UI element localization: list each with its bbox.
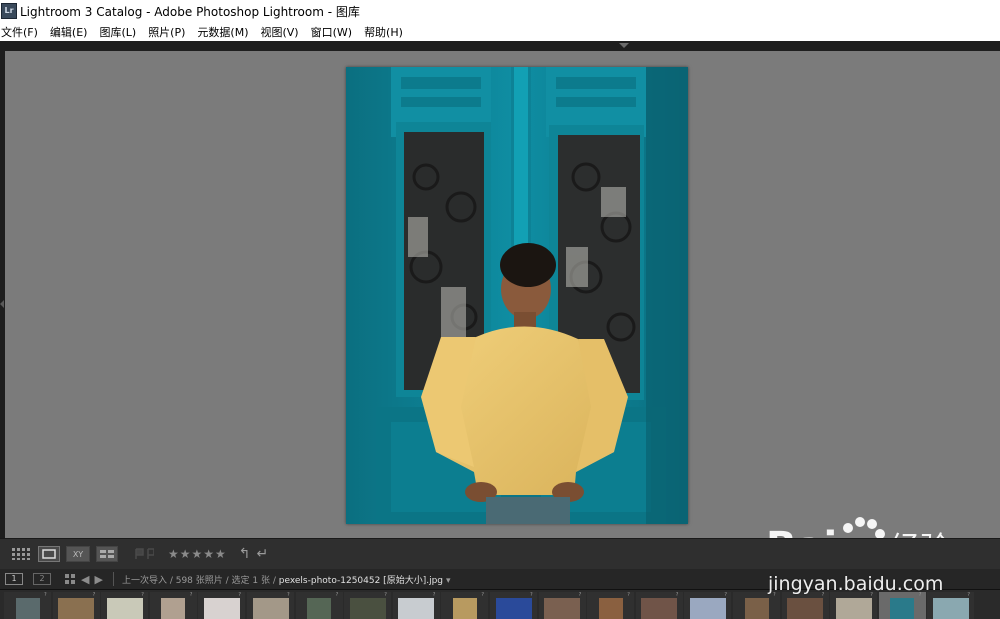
filmstrip-thumbnail[interactable]: ? bbox=[587, 592, 634, 619]
rotate-left-button[interactable]: ↰ bbox=[239, 546, 251, 562]
thumbnail-badge-icon: ? bbox=[676, 592, 681, 598]
rotate-right-button[interactable]: ↵ bbox=[257, 546, 269, 562]
loupe-toolbar: XY ★★★★★ ↰ ↵ bbox=[0, 538, 1000, 569]
filmstrip-thumbnail[interactable]: ? bbox=[733, 592, 780, 619]
thumbnail-image bbox=[398, 598, 434, 619]
grid-view-button[interactable] bbox=[12, 547, 32, 561]
thumbnail-badge-icon: ? bbox=[44, 592, 49, 598]
menu-library[interactable]: 图库(L) bbox=[98, 24, 137, 40]
filmstrip-thumbnail[interactable]: ? bbox=[636, 592, 683, 619]
selected-count: 选定 1 张 bbox=[232, 576, 270, 586]
next-arrow-icon[interactable]: ▶ bbox=[94, 573, 102, 586]
source-label: 上一次导入 bbox=[122, 576, 167, 586]
thumbnail-image bbox=[836, 598, 872, 619]
window-title: Lightroom 3 Catalog - Adobe Photoshop Li… bbox=[20, 3, 360, 20]
loupe-view-icon bbox=[42, 549, 56, 559]
primary-display-button[interactable]: 1 bbox=[5, 573, 23, 585]
filmstrip-thumbnail[interactable]: ? bbox=[830, 592, 877, 619]
filmstrip-thumbnail[interactable]: ? bbox=[782, 592, 829, 619]
thumbnail-image bbox=[58, 598, 94, 619]
menu-photo[interactable]: 照片(P) bbox=[147, 24, 186, 40]
photo-image bbox=[346, 67, 688, 524]
thumbnail-image bbox=[350, 598, 386, 619]
filmstrip-thumbnail[interactable]: ? bbox=[490, 592, 537, 619]
thumbnail-badge-icon: ? bbox=[530, 592, 535, 598]
thumbnail-image bbox=[544, 598, 580, 619]
filmstrip-thumbnail[interactable]: ? bbox=[4, 592, 51, 619]
filmstrip-thumbnail-selected[interactable]: ? bbox=[879, 592, 926, 619]
survey-view-button[interactable] bbox=[96, 546, 118, 562]
menu-file[interactable]: 文件(F) bbox=[0, 24, 39, 40]
previous-arrow-icon[interactable]: ◀ bbox=[81, 573, 89, 586]
left-panel-toggle-icon[interactable] bbox=[0, 300, 4, 308]
star-rating[interactable]: ★★★★★ bbox=[168, 547, 227, 561]
nav-separator bbox=[113, 572, 114, 586]
menu-bar: 文件(F) 编辑(E) 图库(L) 照片(P) 元数据(M) 视图(V) 窗口(… bbox=[0, 22, 1000, 42]
flag-buttons[interactable] bbox=[134, 547, 154, 561]
thumbnail-image bbox=[933, 598, 969, 619]
thumbnail-image bbox=[690, 598, 726, 619]
top-panel-toggle-icon[interactable] bbox=[619, 43, 629, 48]
filmstrip-thumbnail[interactable]: ? bbox=[344, 592, 391, 619]
window-titlebar: Lr Lightroom 3 Catalog - Adobe Photoshop… bbox=[0, 0, 1000, 22]
thumbnail-badge-icon: ? bbox=[967, 592, 972, 598]
thumbnail-badge-icon: ? bbox=[627, 592, 632, 598]
thumbnail-image bbox=[641, 598, 677, 619]
thumbnail-image bbox=[599, 598, 623, 619]
thumbnail-image bbox=[16, 598, 40, 619]
thumbnail-image bbox=[496, 598, 532, 619]
menu-edit[interactable]: 编辑(E) bbox=[49, 24, 89, 40]
thumbnail-image bbox=[107, 598, 143, 619]
thumbnail-image bbox=[253, 598, 289, 619]
compare-view-button[interactable]: XY bbox=[66, 546, 90, 562]
filmstrip-thumbnail[interactable]: ? bbox=[101, 592, 148, 619]
thumbnail-image bbox=[787, 598, 823, 619]
loupe-photo[interactable] bbox=[346, 67, 688, 524]
grid-view-icon bbox=[12, 548, 32, 560]
secondary-display-button[interactable]: 2 bbox=[33, 573, 51, 585]
thumbnail-badge-icon: ? bbox=[141, 592, 146, 598]
filmstrip-thumbnail[interactable]: ? bbox=[539, 592, 586, 619]
thumbnail-badge-icon: ? bbox=[336, 592, 341, 598]
thumbnail-image bbox=[453, 598, 477, 619]
thumbnail-image bbox=[745, 598, 769, 619]
photo-count: 598 张照片 bbox=[176, 576, 223, 586]
thumbnail-badge-icon: ? bbox=[433, 592, 438, 598]
flag-icon bbox=[134, 548, 154, 560]
grid-shortcut-icon[interactable] bbox=[65, 574, 76, 585]
filmstrip-thumbnail[interactable]: ? bbox=[441, 592, 488, 619]
lightroom-app-icon: Lr bbox=[1, 3, 17, 19]
current-filename: pexels-photo-1250452 [原始大小].jpg bbox=[279, 576, 443, 586]
thumbnail-badge-icon: ? bbox=[384, 592, 389, 598]
thumbnail-badge-icon: ? bbox=[287, 592, 292, 598]
filename-dropdown-icon[interactable]: ▾ bbox=[446, 576, 451, 586]
loupe-view-button[interactable] bbox=[38, 546, 60, 562]
thumbnail-badge-icon: ? bbox=[579, 592, 584, 598]
filmstrip-thumbnail[interactable]: ? bbox=[393, 592, 440, 619]
filmstrip-thumbnail[interactable]: ? bbox=[247, 592, 294, 619]
menu-help[interactable]: 帮助(H) bbox=[363, 24, 404, 40]
thumbnail-badge-icon: ? bbox=[190, 592, 195, 598]
filmstrip-thumbnail[interactable]: ? bbox=[684, 592, 731, 619]
filmstrip-thumbnail[interactable]: ? bbox=[198, 592, 245, 619]
thumbnail-badge-icon: ? bbox=[93, 592, 98, 598]
thumbnail-image bbox=[890, 598, 914, 619]
filmstrip-thumbnail[interactable]: ? bbox=[150, 592, 197, 619]
filmstrip-thumbnail[interactable]: ? bbox=[296, 592, 343, 619]
menu-metadata[interactable]: 元数据(M) bbox=[196, 24, 249, 40]
thumbnail-image bbox=[307, 598, 331, 619]
menu-window[interactable]: 窗口(W) bbox=[310, 24, 353, 40]
survey-view-icon bbox=[99, 549, 115, 559]
watermark-url: jingyan.baidu.com bbox=[768, 573, 943, 595]
thumbnail-badge-icon: ? bbox=[238, 592, 243, 598]
thumbnail-badge-icon: ? bbox=[481, 592, 486, 598]
thumbnail-image bbox=[161, 598, 185, 619]
filmstrip-source-breadcrumb[interactable]: 上一次导入 / 598 张照片 / 选定 1 张 / pexels-photo-… bbox=[122, 573, 451, 586]
filmstrip-thumbnail[interactable]: ? bbox=[927, 592, 974, 619]
top-panel-collapsed[interactable] bbox=[0, 41, 1000, 51]
filmstrip-thumbnail[interactable]: ? bbox=[53, 592, 100, 619]
thumbnail-badge-icon: ? bbox=[724, 592, 729, 598]
menu-view[interactable]: 视图(V) bbox=[259, 24, 299, 40]
thumbnail-image bbox=[204, 598, 240, 619]
